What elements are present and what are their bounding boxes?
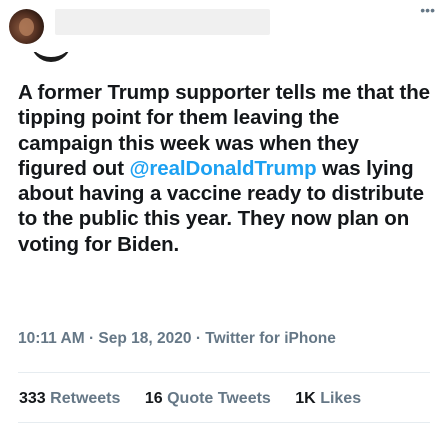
likes-label: Likes xyxy=(320,390,362,407)
more-horizontal-icon[interactable]: ••• xyxy=(420,3,435,17)
retweets-stat[interactable]: 333 Retweets xyxy=(19,390,120,407)
likes-stat[interactable]: 1K Likes xyxy=(295,390,361,407)
tweet-stats: 333 Retweets 16 Quote Tweets 1K Likes xyxy=(19,390,381,408)
divider xyxy=(18,372,430,373)
user-avatar[interactable] xyxy=(9,9,44,44)
tweet-card: ••• A former Trump supporter tells me th… xyxy=(0,0,443,429)
avatar-face xyxy=(19,18,34,36)
retweets-label: Retweets xyxy=(50,390,121,407)
meta-separator: · xyxy=(88,330,95,347)
embedded-image-edge xyxy=(31,52,71,62)
tweet-time[interactable]: 10:11 AM xyxy=(18,330,85,347)
tweet-metadata: 10:11 AM · Sep 18, 2020 · Twitter for iP… xyxy=(18,330,336,348)
retweets-count: 333 xyxy=(19,390,46,407)
tweet-text: A former Trump supporter tells me that t… xyxy=(18,80,433,257)
quote-tweets-count: 16 xyxy=(144,390,163,407)
quote-tweets-stat[interactable]: 16 Quote Tweets xyxy=(145,390,271,407)
likes-count: 1K xyxy=(295,390,316,407)
tweet-date[interactable]: Sep 18, 2020 xyxy=(98,330,191,347)
divider xyxy=(18,422,430,423)
tweet-source[interactable]: Twitter for iPhone xyxy=(205,330,336,347)
redacted-user-name xyxy=(55,9,270,35)
quote-tweets-label: Quote Tweets xyxy=(167,390,271,407)
meta-separator: · xyxy=(195,330,201,347)
mention-link[interactable]: @realDonaldTrump xyxy=(130,157,317,180)
